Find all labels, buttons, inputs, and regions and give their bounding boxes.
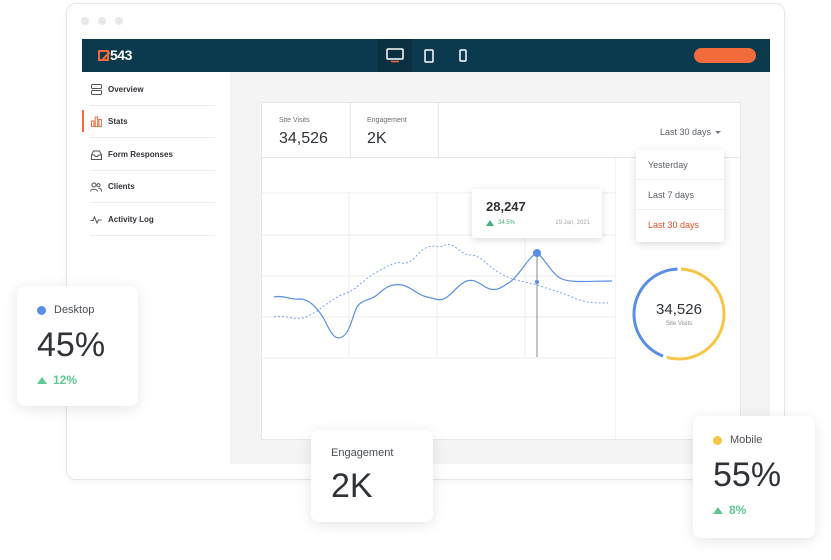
hover-point[interactable] — [533, 249, 541, 257]
desktop-share-card: Desktop 45% 12% — [17, 286, 138, 406]
sidebar-item-label: Stats — [108, 117, 128, 126]
stat-value: 2K — [367, 130, 387, 147]
sidebar-item-label: Form Responses — [108, 150, 173, 159]
sidebar-item-overview[interactable]: Overview — [90, 74, 215, 106]
dropdown-option-last-7-days[interactable]: Last 7 days — [636, 180, 724, 210]
desktop-view-button[interactable] — [378, 39, 412, 72]
sidebar-item-clients[interactable]: Clients — [90, 171, 215, 203]
arrow-up-icon — [486, 220, 494, 226]
donut-value: 34,526 — [656, 301, 702, 318]
chart-tooltip: 28,247 34.5% 19 Jan, 2021 — [472, 189, 602, 238]
logo-text: 543 — [110, 47, 132, 63]
mobile-legend-dot — [713, 435, 722, 445]
tooltip-change: 34.5% — [486, 220, 515, 226]
tooltip-change-value: 34.5% — [498, 220, 516, 226]
activity-icon — [90, 214, 102, 226]
sidebar-item-form-responses[interactable]: Form Responses — [90, 139, 215, 171]
engagement-card-value: 2K — [331, 467, 373, 505]
stat-label: Engagement — [367, 117, 407, 124]
desktop-percent: 45% — [37, 326, 106, 364]
tablet-view-button[interactable] — [412, 39, 446, 72]
current-period-line — [273, 252, 613, 339]
desktop-icon — [386, 48, 404, 63]
overview-icon — [90, 84, 102, 96]
desktop-change: 12% — [37, 373, 138, 387]
desktop-legend-dot — [37, 305, 46, 315]
window-dot — [98, 17, 106, 25]
desktop-label: Desktop — [54, 304, 95, 316]
engagement-stat: Engagement 2K — [351, 103, 439, 157]
tablet-icon — [424, 48, 434, 63]
header-action-button[interactable] — [694, 48, 756, 63]
chevron-down-icon — [715, 130, 722, 134]
sidebar-item-stats[interactable]: Stats — [82, 106, 215, 138]
dropdown-option-yesterday[interactable]: Yesterday — [636, 150, 724, 180]
engagement-card-label: Engagement — [331, 447, 394, 459]
tooltip-date: 19 Jan, 2021 — [555, 220, 590, 226]
date-range-select[interactable]: Last 30 days — [660, 127, 722, 137]
donut-center: 34,526 Site Visits — [631, 266, 727, 362]
logo[interactable]: 543 — [98, 47, 132, 63]
mobile-change: 8% — [713, 503, 815, 517]
date-range-dropdown: Yesterday Last 7 days Last 30 days — [636, 150, 724, 242]
previous-period-line — [273, 243, 609, 319]
sidebar-item-label: Clients — [108, 182, 135, 191]
mobile-label: Mobile — [730, 434, 763, 446]
engagement-card: Engagement 2K — [311, 430, 433, 522]
window-dot — [81, 17, 89, 25]
sidebar-item-label: Overview — [108, 85, 144, 94]
device-switcher — [378, 39, 480, 72]
arrow-up-icon — [713, 506, 723, 514]
donut-label: Site Visits — [665, 321, 693, 327]
mobile-share-card: Mobile 55% 8% — [693, 416, 815, 538]
mobile-change-value: 8% — [729, 503, 747, 517]
site-visits-stat: Site Visits 34,526 — [262, 103, 351, 157]
users-icon — [90, 181, 102, 193]
window-dot — [115, 17, 123, 25]
date-range-value: Last 30 days — [660, 127, 712, 137]
stat-value: 34,526 — [279, 130, 328, 147]
tooltip-value: 28,247 — [486, 199, 526, 214]
mobile-view-button[interactable] — [446, 39, 480, 72]
mobile-percent: 55% — [713, 456, 782, 494]
bar-chart-icon — [90, 116, 102, 128]
logo-mark-icon — [98, 49, 109, 61]
sidebar-item-activity-log[interactable]: Activity Log — [90, 204, 215, 236]
site-visits-donut: 34,526 Site Visits — [631, 266, 727, 362]
card-label: Desktop — [37, 304, 138, 316]
inbox-icon — [90, 149, 102, 161]
hover-point-secondary — [535, 280, 539, 284]
desktop-change-value: 12% — [53, 373, 78, 387]
arrow-up-icon — [37, 376, 47, 384]
app-header: 543 — [82, 39, 770, 72]
card-label: Mobile — [713, 434, 815, 446]
dropdown-option-last-30-days[interactable]: Last 30 days — [636, 210, 724, 240]
mobile-icon — [459, 49, 467, 62]
sidebar-item-label: Activity Log — [108, 215, 154, 224]
stat-label: Site Visits — [279, 117, 310, 124]
